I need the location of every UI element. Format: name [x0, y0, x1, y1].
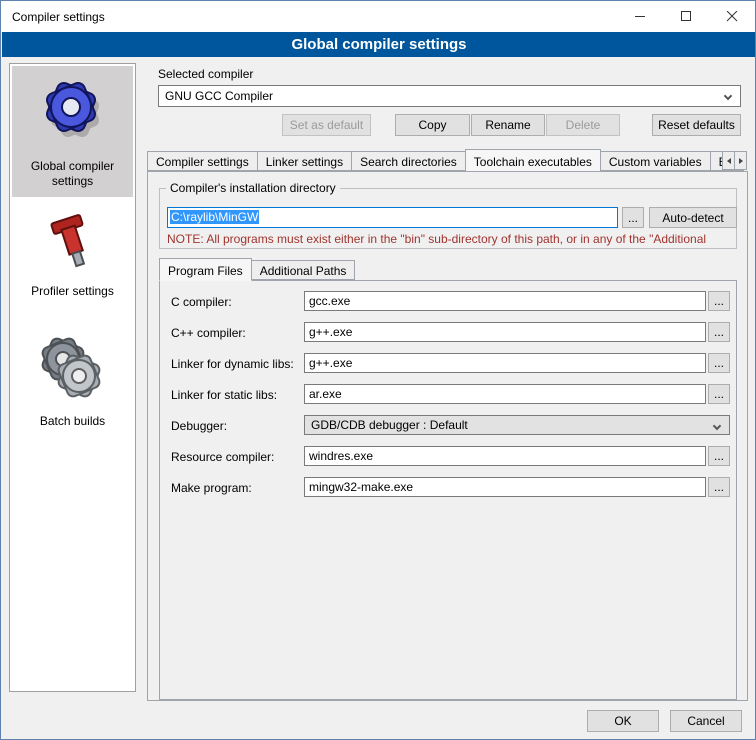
- c-compiler-label: C compiler:: [171, 295, 232, 309]
- window-controls: [617, 1, 755, 32]
- tab-custom-variables[interactable]: Custom variables: [600, 151, 711, 171]
- note-text: NOTE: All programs must exist either in …: [167, 232, 737, 246]
- debugger-dropdown[interactable]: GDB/CDB debugger : Default: [304, 415, 730, 435]
- close-button[interactable]: [709, 1, 755, 32]
- subtab-program-files[interactable]: Program Files: [159, 258, 252, 281]
- blue-gear-icon: [36, 72, 110, 153]
- chevron-down-icon: [713, 422, 721, 430]
- maximize-button[interactable]: [663, 1, 709, 32]
- sidebar-item-global-compiler-settings[interactable]: Global compiler settings: [12, 66, 133, 197]
- static-linker-label: Linker for static libs:: [171, 388, 277, 402]
- tab-compiler-settings[interactable]: Compiler settings: [147, 151, 258, 171]
- sidebar-item-batch-builds[interactable]: Batch builds: [12, 333, 133, 429]
- cpp-compiler-input[interactable]: [304, 322, 706, 342]
- installation-directory-group-label: Compiler's installation directory: [166, 181, 340, 195]
- arrow-right-icon: [737, 157, 745, 165]
- browse-button[interactable]: ...: [708, 322, 730, 342]
- sidebar: Global compiler settings Profiler settin…: [9, 63, 136, 692]
- set-as-default-button[interactable]: Set as default: [282, 114, 371, 136]
- arrow-left-icon: [725, 157, 733, 165]
- tab-scroll-right-button[interactable]: [734, 151, 747, 170]
- sidebar-item-profiler-settings[interactable]: Profiler settings: [12, 211, 133, 299]
- cancel-button[interactable]: Cancel: [670, 710, 742, 732]
- c-compiler-input[interactable]: [304, 291, 706, 311]
- chevron-down-icon: [724, 92, 732, 100]
- dynamic-linker-input[interactable]: [304, 353, 706, 373]
- sidebar-item-label: Batch builds: [40, 414, 105, 429]
- sub-tabstrip: Program Files Additional Paths: [159, 258, 354, 280]
- gray-gears-icon: [37, 333, 109, 408]
- tab-search-directories[interactable]: Search directories: [351, 151, 466, 171]
- compiler-settings-dialog: Compiler settings Global compiler settin…: [0, 0, 756, 740]
- main-tabstrip: Compiler settings Linker settings Search…: [147, 148, 748, 171]
- tab-toolchain-executables[interactable]: Toolchain executables: [465, 149, 601, 171]
- titlebar: Compiler settings: [1, 1, 755, 32]
- reset-defaults-button[interactable]: Reset defaults: [652, 114, 741, 136]
- static-linker-input[interactable]: [304, 384, 706, 404]
- dynamic-linker-label: Linker for dynamic libs:: [171, 357, 294, 371]
- window-title: Compiler settings: [12, 10, 105, 24]
- debugger-value: GDB/CDB debugger : Default: [311, 418, 468, 432]
- make-program-input[interactable]: [304, 477, 706, 497]
- minimize-button[interactable]: [617, 1, 663, 32]
- auto-detect-button[interactable]: Auto-detect: [649, 207, 737, 228]
- make-program-label: Make program:: [171, 481, 252, 495]
- browse-button[interactable]: ...: [708, 291, 730, 311]
- browse-button[interactable]: ...: [708, 353, 730, 373]
- minimize-icon: [635, 11, 646, 22]
- installation-directory-value: C:\raylib\MinGW: [170, 210, 259, 224]
- profiler-icon: [41, 211, 105, 278]
- close-icon: [727, 11, 738, 22]
- browse-button[interactable]: ...: [708, 384, 730, 404]
- rename-button[interactable]: Rename: [471, 114, 545, 136]
- tab-scroll-buttons: [723, 151, 747, 170]
- selected-compiler-label: Selected compiler: [158, 67, 253, 81]
- delete-button[interactable]: Delete: [546, 114, 620, 136]
- ok-button[interactable]: OK: [587, 710, 659, 732]
- selected-compiler-value: GNU GCC Compiler: [165, 89, 273, 103]
- installation-directory-input[interactable]: C:\raylib\MinGW: [167, 207, 618, 228]
- cpp-compiler-label: C++ compiler:: [171, 326, 246, 340]
- browse-directory-button[interactable]: ...: [622, 207, 644, 228]
- subtab-additional-paths[interactable]: Additional Paths: [251, 260, 356, 280]
- browse-button[interactable]: ...: [708, 477, 730, 497]
- page-title: Global compiler settings: [2, 32, 756, 57]
- copy-button[interactable]: Copy: [395, 114, 470, 136]
- debugger-label: Debugger:: [171, 419, 227, 433]
- sidebar-item-label: Global compiler settings: [12, 159, 133, 189]
- selected-compiler-dropdown[interactable]: GNU GCC Compiler: [158, 85, 741, 107]
- browse-button[interactable]: ...: [708, 446, 730, 466]
- maximize-icon: [681, 11, 692, 22]
- sidebar-item-label: Profiler settings: [31, 284, 114, 299]
- tab-linker-settings[interactable]: Linker settings: [257, 151, 352, 171]
- resource-compiler-input[interactable]: [304, 446, 706, 466]
- resource-compiler-label: Resource compiler:: [171, 450, 274, 464]
